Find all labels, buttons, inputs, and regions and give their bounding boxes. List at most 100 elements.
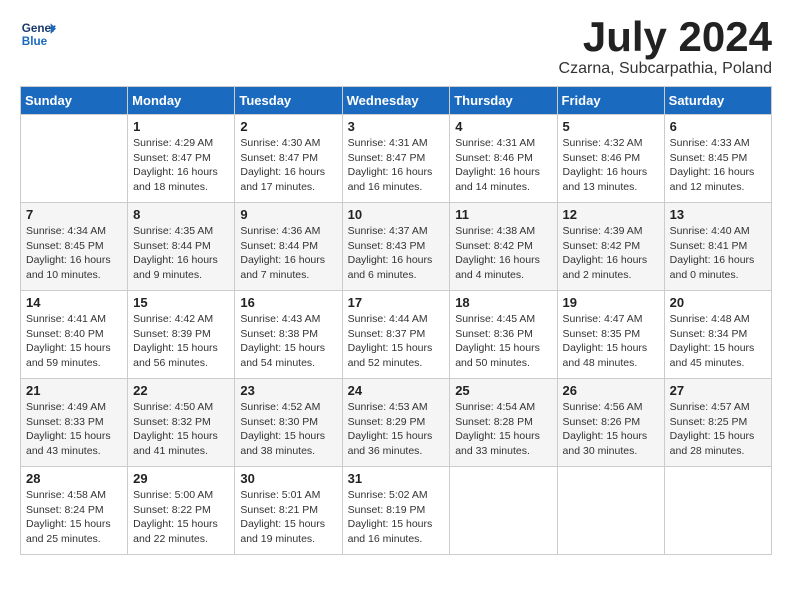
cell-day-number: 12: [563, 207, 659, 222]
cell-day-number: 11: [455, 207, 551, 222]
cell-info: Sunrise: 4:54 AMSunset: 8:28 PMDaylight:…: [455, 400, 551, 459]
cell-day-number: 17: [348, 295, 445, 310]
cell-info: Sunrise: 5:01 AMSunset: 8:21 PMDaylight:…: [240, 488, 336, 547]
cell-info: Sunrise: 4:49 AMSunset: 8:33 PMDaylight:…: [26, 400, 122, 459]
cell-info: Sunrise: 4:44 AMSunset: 8:37 PMDaylight:…: [348, 312, 445, 371]
cell-info: Sunrise: 4:52 AMSunset: 8:30 PMDaylight:…: [240, 400, 336, 459]
cell-info: Sunrise: 4:38 AMSunset: 8:42 PMDaylight:…: [455, 224, 551, 283]
week-row-3: 21 Sunrise: 4:49 AMSunset: 8:33 PMDayligh…: [21, 379, 772, 467]
logo: General Blue: [20, 16, 56, 52]
cell-info: Sunrise: 5:00 AMSunset: 8:22 PMDaylight:…: [133, 488, 229, 547]
header-tuesday: Tuesday: [235, 87, 342, 115]
calendar-cell: 1 Sunrise: 4:29 AMSunset: 8:47 PMDaylight…: [128, 115, 235, 203]
cell-info: Sunrise: 4:41 AMSunset: 8:40 PMDaylight:…: [26, 312, 122, 371]
calendar-cell: 16 Sunrise: 4:43 AMSunset: 8:38 PMDayligh…: [235, 291, 342, 379]
header-sunday: Sunday: [21, 87, 128, 115]
cell-day-number: 10: [348, 207, 445, 222]
calendar-cell: 30 Sunrise: 5:01 AMSunset: 8:21 PMDayligh…: [235, 467, 342, 555]
cell-day-number: 4: [455, 119, 551, 134]
location-title: Czarna, Subcarpathia, Poland: [559, 60, 772, 78]
cell-day-number: 25: [455, 383, 551, 398]
cell-day-number: 21: [26, 383, 122, 398]
calendar-cell: 4Sunrise: 4:31 AMSunset: 8:46 PMDaylight…: [450, 115, 557, 203]
page-header: General Blue July 2024 Czarna, Subcarpat…: [20, 16, 772, 78]
cell-day-number: 24: [348, 383, 445, 398]
calendar-cell: 29Sunrise: 5:00 AMSunset: 8:22 PMDayligh…: [128, 467, 235, 555]
calendar-cell: 11 Sunrise: 4:38 AMSunset: 8:42 PMDayligh…: [450, 203, 557, 291]
calendar-cell: 2 Sunrise: 4:30 AMSunset: 8:47 PMDaylight…: [235, 115, 342, 203]
cell-day-number: 1: [133, 119, 229, 134]
cell-day-number: 22: [133, 383, 229, 398]
calendar-cell: 13 Sunrise: 4:40 AMSunset: 8:41 PMDayligh…: [664, 203, 771, 291]
cell-day-number: 16: [240, 295, 336, 310]
calendar-cell: 26 Sunrise: 4:56 AMSunset: 8:26 PMDayligh…: [557, 379, 664, 467]
cell-day-number: 31: [348, 471, 445, 486]
cell-info: Sunrise: 4:47 AMSunset: 8:35 PMDaylight:…: [563, 312, 659, 371]
cell-info: Sunrise: 4:43 AMSunset: 8:38 PMDaylight:…: [240, 312, 336, 371]
logo-icon: General Blue: [20, 16, 56, 52]
calendar-cell: 14 Sunrise: 4:41 AMSunset: 8:40 PMDayligh…: [21, 291, 128, 379]
cell-day-number: 14: [26, 295, 122, 310]
cell-day-number: 26: [563, 383, 659, 398]
header-wednesday: Wednesday: [342, 87, 450, 115]
calendar-cell: 24 Sunrise: 4:53 AMSunset: 8:29 PMDayligh…: [342, 379, 450, 467]
cell-info: Sunrise: 4:34 AMSunset: 8:45 PMDaylight:…: [26, 224, 122, 283]
calendar-cell: 10 Sunrise: 4:37 AMSunset: 8:43 PMDayligh…: [342, 203, 450, 291]
cell-info: Sunrise: 4:48 AMSunset: 8:34 PMDaylight:…: [670, 312, 766, 371]
month-title: July 2024: [559, 16, 772, 58]
cell-info: Sunrise: 4:36 AMSunset: 8:44 PMDaylight:…: [240, 224, 336, 283]
cell-day-number: 13: [670, 207, 766, 222]
cell-day-number: 23: [240, 383, 336, 398]
calendar-table: SundayMondayTuesdayWednesdayThursdayFrid…: [20, 86, 772, 555]
cell-info: Sunrise: 4:32 AMSunset: 8:46 PMDaylight:…: [563, 136, 659, 195]
cell-info: Sunrise: 4:30 AMSunset: 8:47 PMDaylight:…: [240, 136, 336, 195]
cell-day-number: 6: [670, 119, 766, 134]
cell-day-number: 27: [670, 383, 766, 398]
title-section: July 2024 Czarna, Subcarpathia, Poland: [559, 16, 772, 78]
calendar-cell: 21 Sunrise: 4:49 AMSunset: 8:33 PMDayligh…: [21, 379, 128, 467]
cell-info: Sunrise: 4:35 AMSunset: 8:44 PMDaylight:…: [133, 224, 229, 283]
calendar-cell: [450, 467, 557, 555]
calendar-cell: 28Sunrise: 4:58 AMSunset: 8:24 PMDayligh…: [21, 467, 128, 555]
calendar-cell: 19Sunrise: 4:47 AMSunset: 8:35 PMDayligh…: [557, 291, 664, 379]
week-row-0: 1 Sunrise: 4:29 AMSunset: 8:47 PMDaylight…: [21, 115, 772, 203]
calendar-cell: [664, 467, 771, 555]
cell-day-number: 28: [26, 471, 122, 486]
header-friday: Friday: [557, 87, 664, 115]
calendar-cell: [557, 467, 664, 555]
cell-day-number: 15: [133, 295, 229, 310]
header-thursday: Thursday: [450, 87, 557, 115]
calendar-cell: 22 Sunrise: 4:50 AMSunset: 8:32 PMDayligh…: [128, 379, 235, 467]
calendar-cell: 27 Sunrise: 4:57 AMSunset: 8:25 PMDayligh…: [664, 379, 771, 467]
cell-info: Sunrise: 4:31 AMSunset: 8:47 PMDaylight:…: [348, 136, 445, 195]
cell-day-number: 2: [240, 119, 336, 134]
cell-info: Sunrise: 4:37 AMSunset: 8:43 PMDaylight:…: [348, 224, 445, 283]
cell-info: Sunrise: 4:29 AMSunset: 8:47 PMDaylight:…: [133, 136, 229, 195]
cell-info: Sunrise: 4:42 AMSunset: 8:39 PMDaylight:…: [133, 312, 229, 371]
calendar-cell: 12Sunrise: 4:39 AMSunset: 8:42 PMDayligh…: [557, 203, 664, 291]
cell-info: Sunrise: 4:45 AMSunset: 8:36 PMDaylight:…: [455, 312, 551, 371]
calendar-cell: 8 Sunrise: 4:35 AMSunset: 8:44 PMDaylight…: [128, 203, 235, 291]
calendar-cell: 25 Sunrise: 4:54 AMSunset: 8:28 PMDayligh…: [450, 379, 557, 467]
calendar-cell: 9Sunrise: 4:36 AMSunset: 8:44 PMDaylight…: [235, 203, 342, 291]
cell-info: Sunrise: 4:40 AMSunset: 8:41 PMDaylight:…: [670, 224, 766, 283]
calendar-cell: 3Sunrise: 4:31 AMSunset: 8:47 PMDaylight…: [342, 115, 450, 203]
header-saturday: Saturday: [664, 87, 771, 115]
header-monday: Monday: [128, 87, 235, 115]
cell-info: Sunrise: 5:02 AMSunset: 8:19 PMDaylight:…: [348, 488, 445, 547]
cell-day-number: 18: [455, 295, 551, 310]
cell-info: Sunrise: 4:56 AMSunset: 8:26 PMDaylight:…: [563, 400, 659, 459]
cell-day-number: 30: [240, 471, 336, 486]
calendar-cell: 5Sunrise: 4:32 AMSunset: 8:46 PMDaylight…: [557, 115, 664, 203]
calendar-cell: 6 Sunrise: 4:33 AMSunset: 8:45 PMDaylight…: [664, 115, 771, 203]
week-row-4: 28Sunrise: 4:58 AMSunset: 8:24 PMDayligh…: [21, 467, 772, 555]
cell-day-number: 8: [133, 207, 229, 222]
calendar-cell: [21, 115, 128, 203]
cell-info: Sunrise: 4:57 AMSunset: 8:25 PMDaylight:…: [670, 400, 766, 459]
cell-info: Sunrise: 4:53 AMSunset: 8:29 PMDaylight:…: [348, 400, 445, 459]
svg-text:Blue: Blue: [22, 35, 48, 48]
calendar-cell: 7 Sunrise: 4:34 AMSunset: 8:45 PMDaylight…: [21, 203, 128, 291]
cell-day-number: 7: [26, 207, 122, 222]
cell-info: Sunrise: 4:50 AMSunset: 8:32 PMDaylight:…: [133, 400, 229, 459]
cell-info: Sunrise: 4:33 AMSunset: 8:45 PMDaylight:…: [670, 136, 766, 195]
